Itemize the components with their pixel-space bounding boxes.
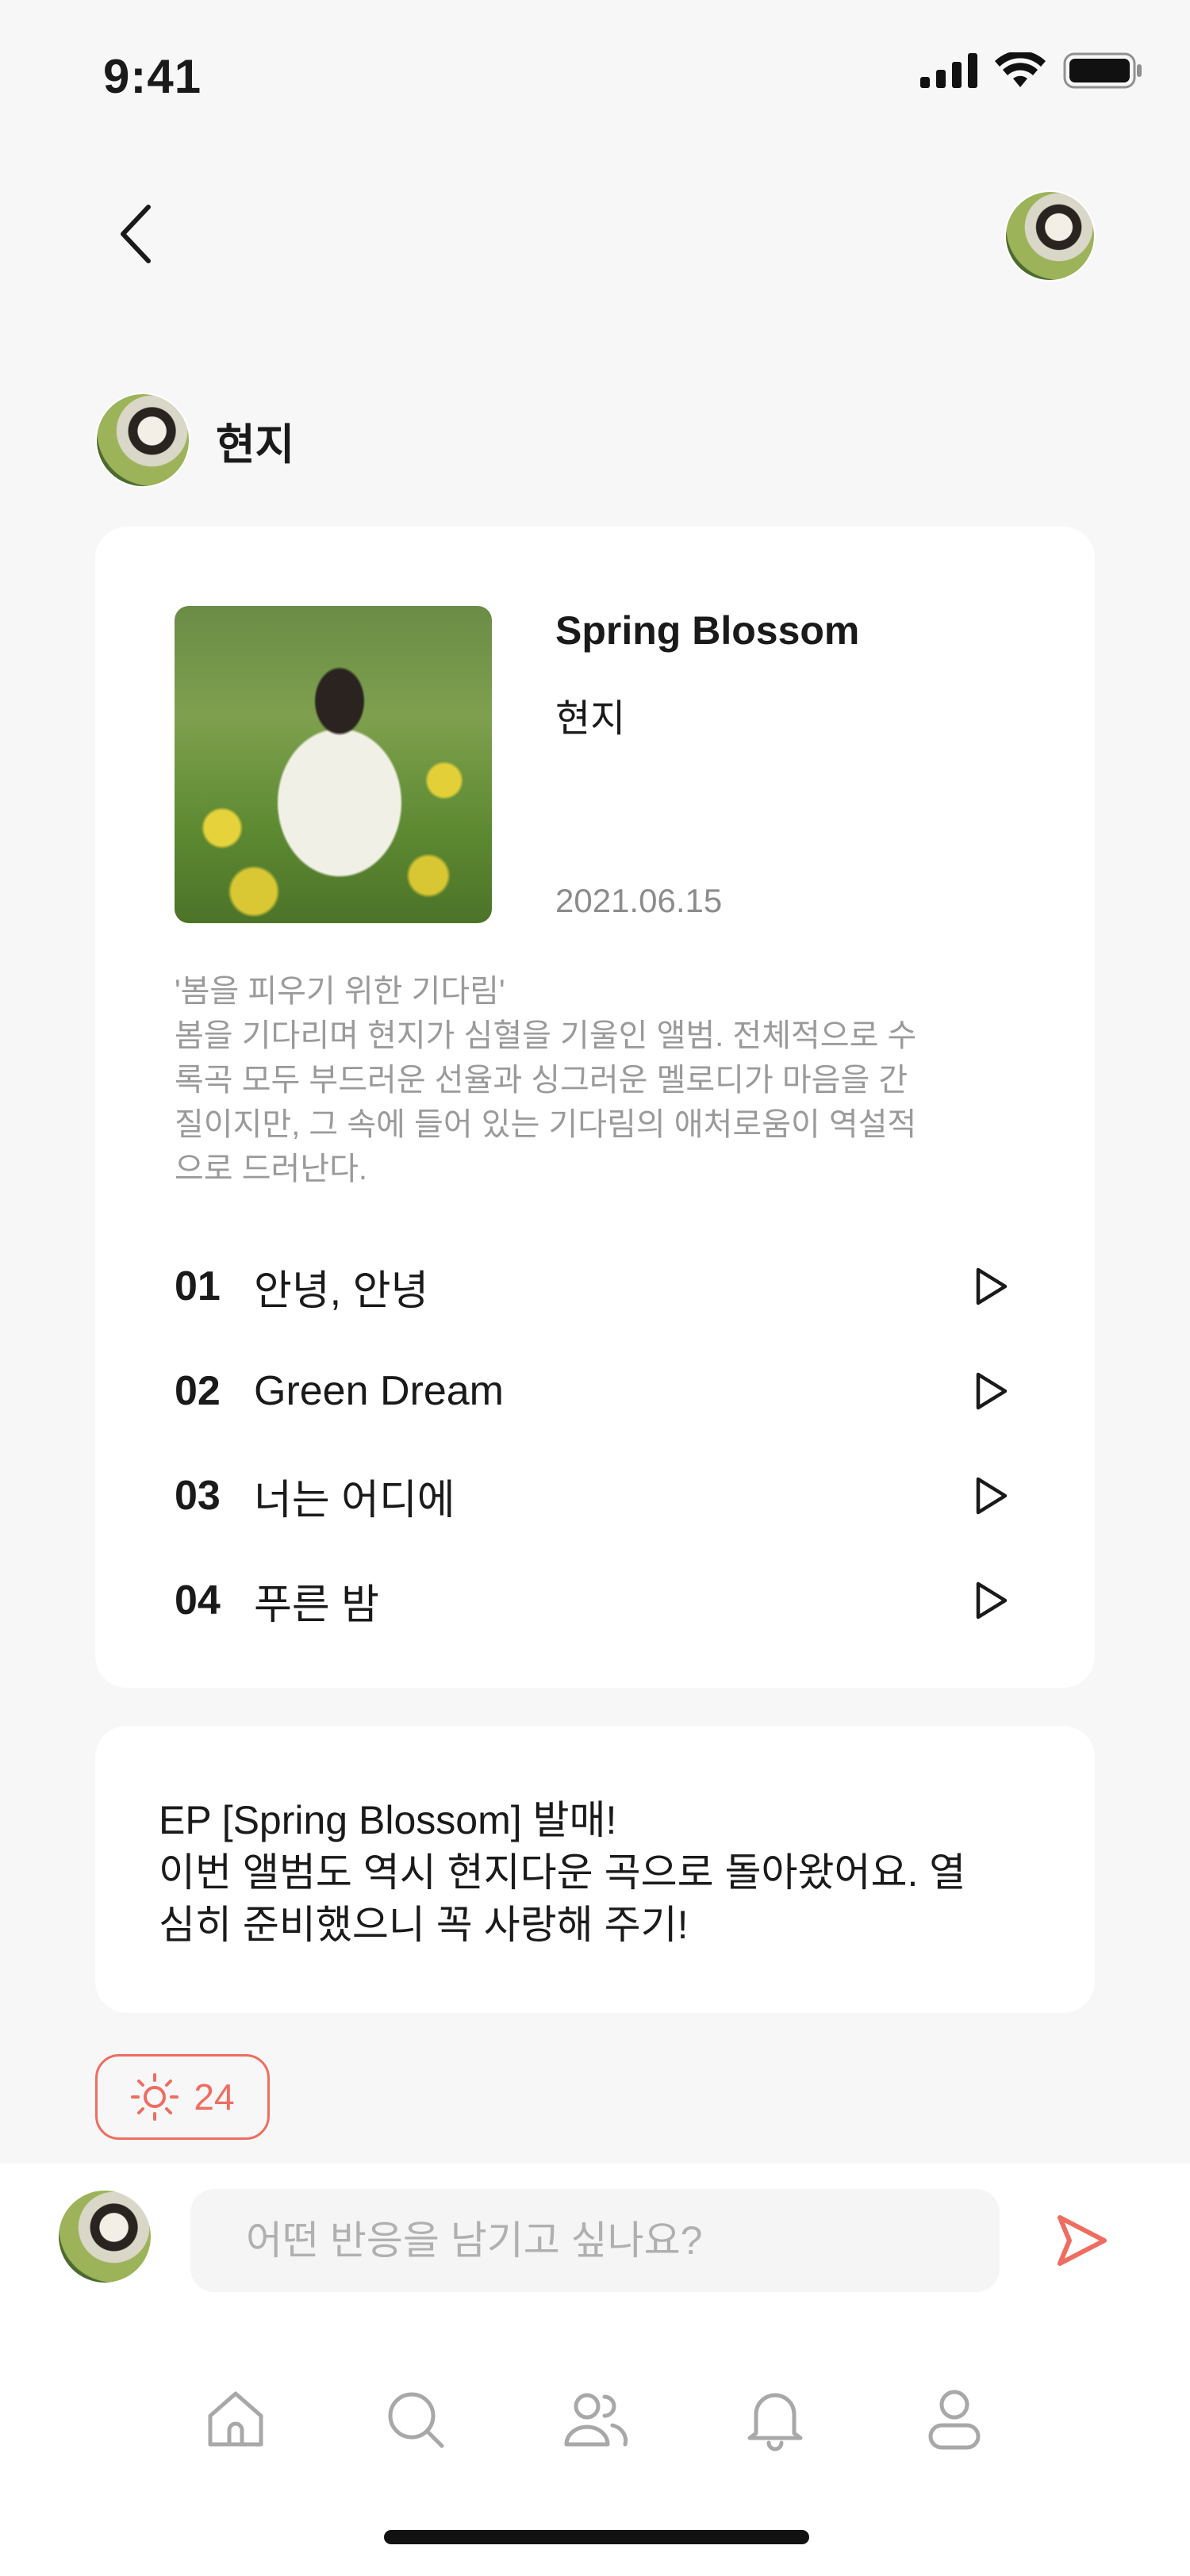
post-author[interactable]: 현지 xyxy=(95,393,294,488)
album-title: Spring Blossom xyxy=(555,608,860,653)
home-indicator xyxy=(384,2530,809,2544)
nav-search[interactable] xyxy=(375,2379,455,2459)
comment-input[interactable] xyxy=(190,2189,1000,2292)
track-title: 안녕, 안녕 xyxy=(254,1267,429,1314)
home-icon xyxy=(208,2391,263,2447)
send-icon xyxy=(1058,2215,1107,2266)
post-text-line: 이번 앨범도 역시 현지다운 곡으로 돌아왔어요. 열 xyxy=(159,1850,966,1895)
play-icon xyxy=(976,1581,1008,1620)
track-title: Green Dream xyxy=(254,1368,504,1414)
album-cover-image[interactable] xyxy=(175,606,492,923)
nav-profile[interactable] xyxy=(915,2379,994,2459)
album-description-line: 록곡 모두 부드러운 선율과 싱그러운 멜로디가 마음을 간 xyxy=(175,1063,908,1098)
track-title: 너는 어디에 xyxy=(254,1477,455,1524)
album-artist: 현지 xyxy=(555,698,626,740)
reaction-button[interactable]: 24 xyxy=(95,2054,270,2140)
play-button[interactable] xyxy=(968,1472,1015,1520)
send-button[interactable] xyxy=(1046,2205,1117,2276)
bell-icon xyxy=(747,2393,803,2451)
track-number: 04 xyxy=(175,1577,221,1623)
track-number: 03 xyxy=(175,1473,221,1519)
search-icon xyxy=(388,2392,444,2448)
post-text: EP [Spring Blossom] 발매! 이번 앨범도 역시 현지다운 곡… xyxy=(159,1794,1039,1951)
post-text-line: 심히 준비했으니 꼭 사랑해 주기! xyxy=(159,1903,689,1947)
reaction-count: 24 xyxy=(194,2076,235,2118)
status-icons xyxy=(920,52,1142,89)
track-number: 02 xyxy=(175,1368,221,1414)
album-description-line: '봄을 피우기 위한 기다림' xyxy=(175,974,505,1009)
play-icon xyxy=(976,1477,1008,1515)
play-button[interactable] xyxy=(968,1263,1015,1310)
track-row[interactable]: 03 너는 어디에 xyxy=(175,1443,1015,1548)
profile-icon xyxy=(928,2390,981,2450)
author-avatar[interactable] xyxy=(95,393,190,488)
post-card: EP [Spring Blossom] 발매! 이번 앨범도 역시 현지다운 곡… xyxy=(95,1726,1095,2013)
play-icon xyxy=(976,1372,1008,1410)
nav-friends[interactable] xyxy=(555,2379,635,2459)
album-description-line: 봄을 기다리며 현지가 심혈을 기울인 앨범. 전체적으로 수 xyxy=(175,1018,917,1053)
nav-notifications[interactable] xyxy=(735,2379,815,2459)
back-button[interactable] xyxy=(103,198,167,270)
header-avatar[interactable] xyxy=(1004,190,1096,282)
wifi-icon xyxy=(995,52,1046,87)
chevron-left-icon xyxy=(121,205,151,263)
battery-icon xyxy=(1063,52,1142,89)
track-title: 푸른 밤 xyxy=(254,1581,379,1628)
sun-icon xyxy=(131,2073,179,2121)
track-row[interactable]: 04 푸른 밤 xyxy=(175,1548,1015,1653)
friends-icon xyxy=(564,2393,628,2447)
status-time: 9:41 xyxy=(103,50,202,103)
album-description: '봄을 피우기 위한 기다림' 봄을 기다리며 현지가 심혈을 기울인 앨범. … xyxy=(175,969,1015,1191)
play-button[interactable] xyxy=(968,1367,1015,1415)
album-card: Spring Blossom 현지 2021.06.15 '봄을 피우기 위한 … xyxy=(95,527,1095,1688)
cellular-signal-icon xyxy=(920,53,977,88)
track-row[interactable]: 01 안녕, 안녕 xyxy=(175,1234,1015,1339)
album-description-line: 으로 드러난다. xyxy=(175,1152,368,1186)
nav-home[interactable] xyxy=(196,2379,275,2459)
play-icon xyxy=(976,1267,1008,1305)
track-list: 01 안녕, 안녕 02 Green Dream 03 너는 어디에 04 푸른… xyxy=(175,1234,1015,1653)
bottom-navigation xyxy=(0,2371,1190,2467)
author-name[interactable]: 현지 xyxy=(216,409,294,472)
album-release-date: 2021.06.15 xyxy=(555,882,723,919)
track-row[interactable]: 02 Green Dream xyxy=(175,1339,1015,1443)
post-text-line: EP [Spring Blossom] 발매! xyxy=(159,1798,617,1842)
comment-avatar xyxy=(57,2189,152,2284)
track-number: 01 xyxy=(175,1263,221,1309)
play-button[interactable] xyxy=(968,1577,1015,1624)
album-description-line: 질이지만, 그 속에 들어 있는 기다림의 애처로움이 역설적 xyxy=(175,1107,917,1142)
